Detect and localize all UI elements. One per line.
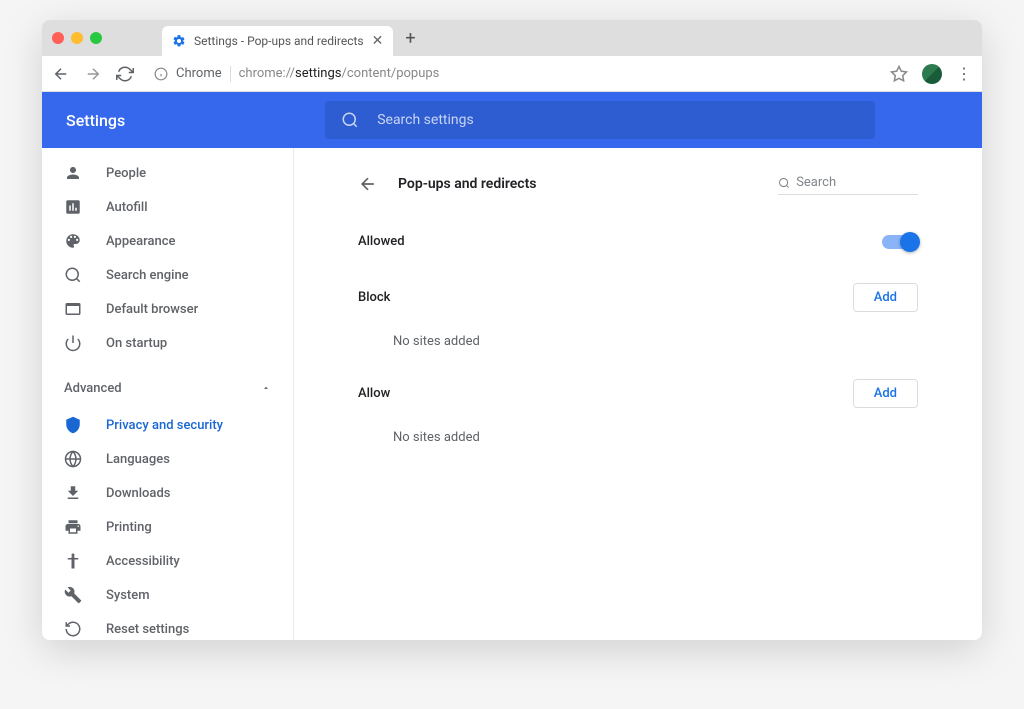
browser-toolbar: Chrome chrome://settings/content/popups … (42, 56, 982, 92)
address-bar[interactable]: Chrome chrome://settings/content/popups (148, 60, 876, 88)
sidebar-item-label: Autofill (106, 200, 148, 215)
power-icon (64, 334, 82, 352)
browser-menu-icon[interactable]: ⋮ (956, 64, 972, 83)
download-icon (64, 484, 82, 502)
reload-icon[interactable] (116, 65, 134, 83)
content-search[interactable] (778, 173, 918, 195)
sidebar-item-label: Privacy and security (106, 418, 223, 433)
block-empty-msg: No sites added (358, 312, 918, 359)
browser-window: Settings - Pop-ups and redirects ✕ + Chr… (42, 20, 982, 640)
palette-icon (64, 232, 82, 250)
advanced-label: Advanced (64, 381, 122, 396)
sidebar-item-label: Downloads (106, 486, 170, 501)
block-section: Block Add No sites added (358, 283, 918, 359)
forward-icon[interactable] (84, 65, 102, 83)
info-icon (154, 67, 168, 81)
search-settings-box[interactable] (325, 101, 875, 139)
app-body: People Autofill Appearance Search engine… (42, 148, 982, 640)
minimize-window-button[interactable] (71, 32, 83, 44)
allow-empty-msg: No sites added (358, 408, 918, 455)
page-title: Pop-ups and redirects (398, 176, 778, 192)
tab-title: Settings - Pop-ups and redirects (194, 34, 364, 48)
sidebar: People Autofill Appearance Search engine… (42, 148, 294, 640)
search-icon (778, 176, 790, 190)
sidebar-item-people[interactable]: People (42, 156, 293, 190)
bookmark-star-icon[interactable] (890, 65, 908, 83)
maximize-window-button[interactable] (90, 32, 102, 44)
allowed-row: Allowed (358, 220, 918, 263)
sidebar-item-search-engine[interactable]: Search engine (42, 258, 293, 292)
sidebar-item-label: Printing (106, 520, 152, 535)
sidebar-item-appearance[interactable]: Appearance (42, 224, 293, 258)
allow-add-button[interactable]: Add (853, 379, 918, 408)
search-settings-input[interactable] (377, 112, 859, 128)
sidebar-item-label: Accessibility (106, 554, 180, 569)
search-icon (341, 111, 359, 129)
block-title: Block (358, 290, 390, 305)
address-divider (230, 66, 231, 82)
allow-section-head: Allow Add (358, 379, 918, 408)
profile-avatar[interactable] (922, 64, 942, 84)
sidebar-item-label: Languages (106, 452, 170, 467)
sidebar-item-on-startup[interactable]: On startup (42, 326, 293, 360)
back-arrow-icon[interactable] (358, 174, 378, 194)
browser-icon (64, 300, 82, 318)
sidebar-item-printing[interactable]: Printing (42, 510, 293, 544)
block-add-button[interactable]: Add (853, 283, 918, 312)
sidebar-item-downloads[interactable]: Downloads (42, 476, 293, 510)
address-label-chrome: Chrome (176, 66, 222, 81)
sidebar-item-label: On startup (106, 336, 167, 351)
search-icon (64, 266, 82, 284)
allow-section: Allow Add No sites added (358, 379, 918, 455)
printer-icon (64, 518, 82, 536)
block-section-head: Block Add (358, 283, 918, 312)
content-header: Pop-ups and redirects (358, 164, 918, 204)
sidebar-item-system[interactable]: System (42, 578, 293, 612)
chevron-up-icon (261, 383, 271, 393)
close-window-button[interactable] (52, 32, 64, 44)
sidebar-item-reset[interactable]: Reset settings (42, 612, 293, 640)
address-url: chrome://settings/content/popups (239, 66, 440, 81)
sidebar-item-label: Reset settings (106, 622, 189, 637)
allowed-label: Allowed (358, 234, 405, 249)
sidebar-section-advanced[interactable]: Advanced (42, 368, 293, 408)
allowed-toggle[interactable] (882, 235, 918, 249)
sidebar-item-autofill[interactable]: Autofill (42, 190, 293, 224)
content-panel: Pop-ups and redirects Allowed Block Add (294, 148, 982, 640)
sidebar-item-label: Default browser (106, 302, 198, 317)
accessibility-icon (64, 552, 82, 570)
sidebar-item-default-browser[interactable]: Default browser (42, 292, 293, 326)
person-icon (64, 164, 82, 182)
sidebar-item-label: People (106, 166, 146, 181)
shield-icon (64, 416, 82, 434)
titlebar: Settings - Pop-ups and redirects ✕ + (42, 20, 982, 56)
app-title: Settings (66, 111, 125, 130)
back-icon[interactable] (52, 65, 70, 83)
browser-tab[interactable]: Settings - Pop-ups and redirects ✕ (162, 26, 393, 56)
sidebar-item-label: System (106, 588, 150, 603)
sidebar-item-privacy[interactable]: Privacy and security (42, 408, 293, 442)
sidebar-item-accessibility[interactable]: Accessibility (42, 544, 293, 578)
restore-icon (64, 620, 82, 638)
window-controls (52, 32, 102, 44)
new-tab-button[interactable]: + (405, 28, 415, 49)
close-tab-icon[interactable]: ✕ (372, 33, 384, 49)
globe-icon (64, 450, 82, 468)
content-search-input[interactable] (796, 175, 918, 190)
settings-header: Settings (42, 92, 982, 148)
sidebar-item-label: Appearance (106, 234, 175, 249)
wrench-icon (64, 586, 82, 604)
sidebar-item-languages[interactable]: Languages (42, 442, 293, 476)
gear-icon (172, 34, 186, 48)
autofill-icon (64, 198, 82, 216)
sidebar-item-label: Search engine (106, 268, 189, 283)
content-inner: Pop-ups and redirects Allowed Block Add (358, 164, 918, 624)
allow-title: Allow (358, 386, 390, 401)
